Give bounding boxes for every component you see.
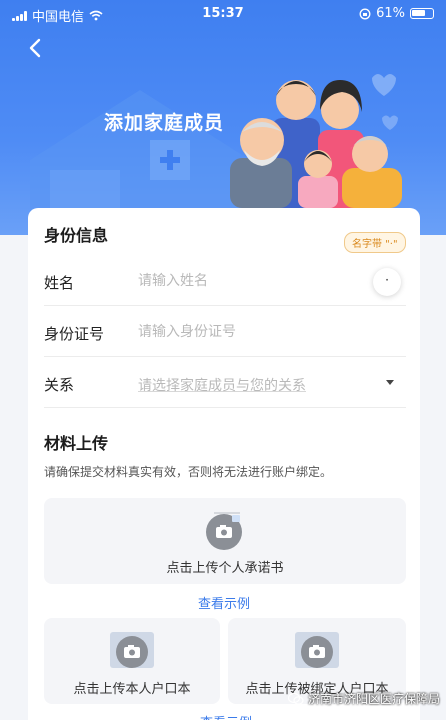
page-title: 添加家庭成员 xyxy=(104,112,225,134)
header-banner: 中国电信 15:37 61% 添加家庭成员 xyxy=(0,0,446,235)
battery-percent: 61% xyxy=(376,6,405,21)
camera-icon xyxy=(206,512,242,550)
materials-note: 请确保提交材料真实有效，否则将无法进行账户绑定。 xyxy=(44,465,333,479)
upload-commitment[interactable]: 点击上传个人承诺书 xyxy=(44,498,406,584)
camera-icon xyxy=(110,632,154,668)
id-number-row: 身份证号 xyxy=(44,307,406,357)
hukou-example-link[interactable]: 查看示例 xyxy=(200,712,252,720)
rotation-lock-icon xyxy=(359,8,371,19)
camera-icon xyxy=(295,632,339,668)
id-number-input[interactable] xyxy=(138,321,368,343)
relation-select[interactable]: 请选择家庭成员与您的关系 xyxy=(138,375,306,395)
family-illustration xyxy=(230,74,402,208)
materials-section-title: 材料上传 xyxy=(44,434,109,453)
battery-icon xyxy=(410,8,434,19)
status-bar: 中国电信 15:37 61% xyxy=(0,0,446,28)
identity-section-title: 身份信息 xyxy=(44,226,109,245)
back-button[interactable] xyxy=(22,34,50,62)
caret-down-icon[interactable] xyxy=(386,380,394,385)
name-label: 姓名 xyxy=(44,274,75,292)
chevron-left-icon xyxy=(29,38,41,58)
form-card: 身份信息 名字带 "·" · 姓名 身份证号 关系 请选择家庭成员与您的关系 材… xyxy=(28,208,420,720)
relation-row[interactable]: 关系 请选择家庭成员与您的关系 xyxy=(44,358,406,408)
commitment-example-link[interactable]: 查看示例 xyxy=(28,593,420,612)
name-input[interactable] xyxy=(138,270,368,292)
name-row: 姓名 xyxy=(44,256,406,306)
upload-commitment-label: 点击上传个人承诺书 xyxy=(166,561,284,576)
upload-own-hukou[interactable]: 点击上传本人户口本 xyxy=(44,618,220,704)
upload-own-hukou-label: 点击上传本人户口本 xyxy=(73,682,191,697)
watermark-text: 济南市济阳区医疗保障局 xyxy=(308,692,441,706)
id-number-label: 身份证号 xyxy=(44,325,105,343)
relation-label: 关系 xyxy=(44,376,75,394)
wechat-icon xyxy=(288,692,304,705)
name-dot-tip: 名字带 "·" xyxy=(344,232,406,253)
watermark: 济南市济阳区医疗保障局 xyxy=(288,690,440,707)
